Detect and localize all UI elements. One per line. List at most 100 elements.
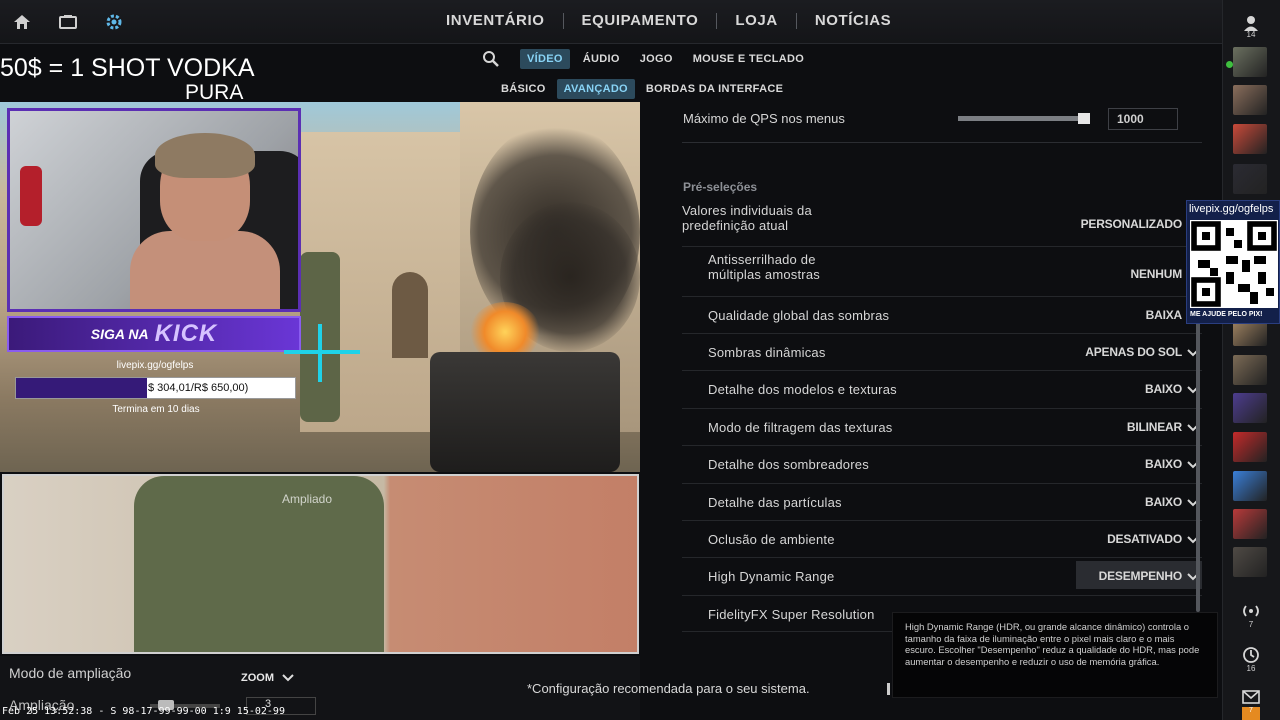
- goal-progress-fill: [16, 378, 148, 398]
- nav-divider: [716, 12, 718, 29]
- settings-gear-icon[interactable]: [102, 10, 126, 34]
- friends-count: 14: [1246, 30, 1256, 39]
- microphone: [20, 166, 42, 226]
- goal-deadline: Termina em 10 dias: [112, 404, 200, 415]
- settings-subtabs: BÁSICO AVANÇADO BORDAS DA INTERFACE: [494, 79, 790, 99]
- qps-label: Máximo de QPS nos menus: [683, 111, 845, 126]
- goal-amount: $ 304,01/R$ 650,00): [148, 382, 249, 394]
- mail-count-badge: 7: [1242, 707, 1260, 720]
- friend-avatar[interactable]: [1233, 85, 1267, 115]
- livepix-link: livepix.gg/ogfelps: [116, 360, 194, 371]
- setting-label: Valores individuais da predefinição atua…: [682, 203, 812, 233]
- setting-row[interactable]: Detalhe dos modelos e texturas BAIXO: [682, 371, 1202, 409]
- building-door: [392, 272, 428, 358]
- setting-value: DESATIVADO: [1107, 532, 1182, 546]
- setting-label: Oclusão de ambiente: [708, 532, 835, 547]
- settings-tabs: VÍDEO ÁUDIO JOGO MOUSE E TECLADO: [482, 49, 811, 69]
- presets-heading: Pré-seleções: [683, 180, 758, 194]
- donation-line-1: 50$ = 1 SHOT VODKA: [0, 54, 255, 82]
- setting-label: Qualidade global das sombras: [708, 308, 890, 323]
- broadcast-count: 7: [1248, 620, 1254, 629]
- stream-donation-text: 50$ = 1 SHOT VODKA PURA: [0, 53, 300, 103]
- home-icon[interactable]: [10, 10, 34, 34]
- setting-value: APENAS DO SOL: [1085, 345, 1182, 359]
- nav-store[interactable]: LOJA: [725, 12, 787, 29]
- donation-line-2: PURA: [185, 81, 244, 104]
- livepix-qr-widget: livepix.gg/ogfelps ME AJUDE PELO PIX!: [1186, 200, 1280, 324]
- setting-label: Detalhe dos sombreadores: [708, 457, 869, 472]
- nav-equipment[interactable]: EQUIPAMENTO: [572, 12, 709, 29]
- online-status-dot: [1226, 61, 1233, 68]
- setting-row[interactable]: Sombras dinâmicas APENAS DO SOL: [682, 334, 1202, 371]
- setting-row[interactable]: Modo de filtragem das texturas BILINEAR: [682, 409, 1202, 446]
- divider: [682, 142, 1202, 143]
- player-weapon: [430, 352, 620, 472]
- streamer-webcam: [7, 108, 301, 312]
- top-nav-icons: [10, 10, 126, 34]
- subtab-basic[interactable]: BÁSICO: [494, 79, 553, 99]
- hdr-tooltip: High Dynamic Range (HDR, ou grande alcan…: [892, 612, 1218, 698]
- setting-label: Sombras dinâmicas: [708, 345, 826, 360]
- recommended-note: *Configuração recomendada para o seu sis…: [527, 681, 810, 696]
- setting-row[interactable]: Valores individuais da predefinição atua…: [682, 201, 1202, 247]
- friend-avatar[interactable]: [1233, 164, 1267, 194]
- setting-value: BAIXO: [1144, 382, 1182, 396]
- setting-label: Antisserrilhado de múltiplas amostras: [708, 252, 820, 282]
- setting-row[interactable]: Detalhe das partículas BAIXO: [682, 484, 1202, 521]
- zoom-mode-label: Modo de ampliação: [9, 665, 132, 681]
- chevron-down-icon: [282, 674, 294, 682]
- friend-avatar[interactable]: [1233, 547, 1267, 577]
- zoom-mode-dropdown[interactable]: ZOOM: [241, 672, 294, 684]
- inventory-box-icon[interactable]: [56, 10, 80, 34]
- setting-label: Detalhe dos modelos e texturas: [708, 382, 897, 397]
- app-window: INVENTÁRIO EQUIPAMENTO LOJA NOTÍCIAS VÍD…: [0, 0, 1280, 720]
- tab-video[interactable]: VÍDEO: [520, 49, 570, 69]
- search-icon[interactable]: [482, 50, 500, 68]
- setting-value: BAIXO: [1144, 495, 1182, 509]
- crosshair-horizontal: [284, 350, 360, 354]
- main-nav: INVENTÁRIO EQUIPAMENTO LOJA NOTÍCIAS: [436, 12, 901, 29]
- crosshair-vertical: [318, 324, 322, 382]
- setting-value: NENHUM: [1130, 267, 1183, 281]
- setting-value: BAIXA: [1145, 308, 1183, 322]
- nav-news[interactable]: NOTÍCIAS: [805, 12, 901, 29]
- tab-game[interactable]: JOGO: [633, 49, 680, 69]
- friend-avatar[interactable]: [1233, 471, 1267, 501]
- zoom-preview-label: Ampliado: [282, 492, 333, 506]
- nav-divider: [795, 12, 797, 29]
- friend-avatar[interactable]: [1233, 393, 1267, 423]
- zoomed-soldier: [134, 476, 384, 652]
- qps-value-input[interactable]: 1000: [1108, 108, 1178, 130]
- setting-row[interactable]: High Dynamic Range DESEMPENHO: [682, 558, 1202, 596]
- setting-row[interactable]: Oclusão de ambiente DESATIVADO: [682, 521, 1202, 558]
- setting-value: PERSONALIZADO: [1080, 217, 1183, 231]
- subtab-advanced[interactable]: AVANÇADO: [556, 79, 635, 99]
- friend-avatar[interactable]: [1233, 509, 1267, 539]
- kick-follow-banner: SIGA NA KICK: [7, 316, 301, 352]
- setting-value: BAIXO: [1144, 457, 1182, 471]
- qps-slider[interactable]: [958, 113, 1090, 124]
- nav-inventory[interactable]: INVENTÁRIO: [436, 12, 555, 29]
- livepix-url: livepix.gg/ogfelps: [1189, 203, 1274, 215]
- setting-row[interactable]: Detalhe dos sombreadores BAIXO: [682, 446, 1202, 484]
- slider-knob[interactable]: [1078, 113, 1090, 124]
- tab-audio[interactable]: ÁUDIO: [576, 49, 627, 69]
- tab-mouse-keyboard[interactable]: MOUSE E TECLADO: [686, 49, 811, 69]
- subtab-interface-borders[interactable]: BORDAS DA INTERFACE: [639, 79, 790, 99]
- friend-avatar[interactable]: [1233, 47, 1267, 77]
- friend-avatar[interactable]: [1233, 124, 1267, 154]
- friend-avatar[interactable]: [1233, 355, 1267, 385]
- streamer-body: [130, 231, 280, 309]
- top-nav-bar: INVENTÁRIO EQUIPAMENTO LOJA NOTÍCIAS: [0, 0, 1222, 44]
- history-count: 16: [1246, 664, 1256, 673]
- donation-goal-bar: $ 304,01/R$ 650,00): [15, 377, 296, 399]
- friend-avatar[interactable]: [1233, 432, 1267, 462]
- livepix-help-text: ME AJUDE PELO PIX!: [1190, 311, 1263, 318]
- debug-overlay-line: Feb 25 13:52:38 - S 98-17-99-99-00 1:9 1…: [2, 706, 285, 717]
- setting-row[interactable]: Qualidade global das sombras BAIXA: [682, 297, 1202, 334]
- setting-value: BILINEAR: [1126, 420, 1182, 434]
- setting-row[interactable]: Antisserrilhado de múltiplas amostras NEN…: [682, 250, 1202, 297]
- recommended-marker-icon: [885, 681, 895, 699]
- setting-value: DESEMPENHO: [1098, 569, 1183, 583]
- kick-prefix: SIGA NA: [90, 326, 149, 342]
